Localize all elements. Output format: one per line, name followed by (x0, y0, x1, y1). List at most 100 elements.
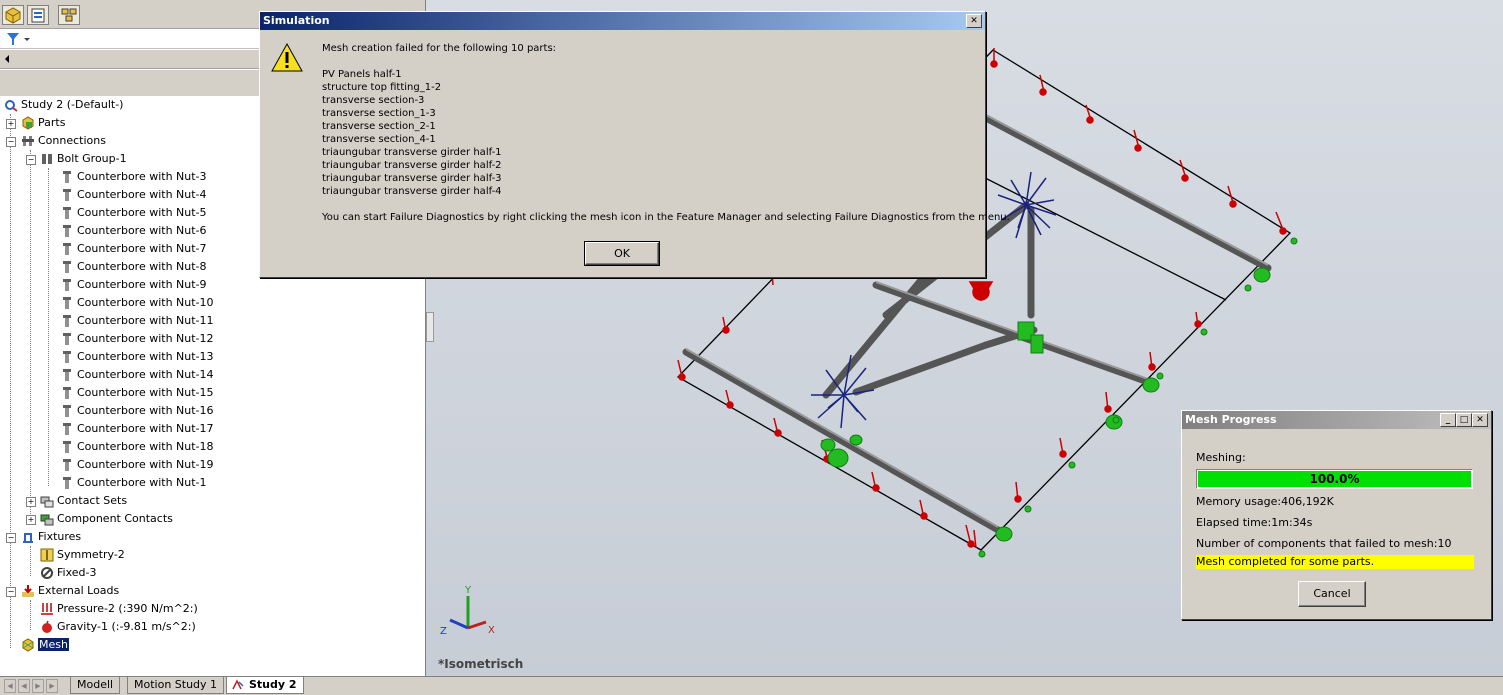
tree-item-bolt[interactable]: Counterbore with Nut-9 (60, 276, 207, 294)
tree-item-bolt[interactable]: Counterbore with Nut-10 (60, 294, 214, 312)
bolt-label: Counterbore with Nut-12 (77, 332, 214, 345)
failed-components-count: Number of components that failed to mesh… (1196, 537, 1452, 550)
tree-item-bolt[interactable]: Counterbore with Nut-1 (60, 474, 207, 492)
tree-item-gravity[interactable]: Gravity-1 (:-9.81 m/s^2:) (40, 618, 196, 636)
bolt-label: Counterbore with Nut-18 (77, 440, 214, 453)
tree-item-component-contacts[interactable]: Component Contacts (40, 510, 173, 528)
tree-item-pressure[interactable]: Pressure-2 (:390 N/m^2:) (40, 600, 198, 618)
tree-item-fixed[interactable]: Fixed-3 (40, 564, 96, 582)
gravity-apple-icon (40, 620, 54, 634)
tree-item-mesh[interactable]: Mesh (21, 636, 69, 654)
prev-tab-icon[interactable]: ◀ (18, 679, 30, 693)
bolt-icon (60, 404, 74, 418)
tree-item-connections[interactable]: Connections (21, 132, 106, 150)
bolt-group-label: Bolt Group-1 (57, 152, 127, 165)
axis-triad (449, 596, 487, 630)
feature-manager-tab-button[interactable] (2, 5, 24, 25)
mesh-progress-dialog: Mesh Progress _ □ ✕ Meshing: 100.0% Memo… (1181, 410, 1492, 620)
property-manager-tab-button[interactable] (27, 5, 49, 25)
gravity-label: Gravity-1 (:-9.81 m/s^2:) (57, 620, 196, 633)
tree-item-external-loads[interactable]: External Loads (21, 582, 119, 600)
bolt-icon (60, 332, 74, 346)
mesh-icon (21, 638, 35, 652)
bolt-label: Counterbore with Nut-10 (77, 296, 214, 309)
collapse-fixtures-toggle[interactable]: − (6, 533, 16, 543)
component-contacts-icon (40, 512, 54, 526)
tree-connector (30, 546, 31, 576)
bolt-icon (60, 458, 74, 472)
mesh-progress-percent: 100.0% (1309, 472, 1360, 486)
tree-item-fixtures[interactable]: Fixtures (21, 528, 81, 546)
mesh-status-message: Mesh completed for some parts. (1196, 555, 1474, 569)
bolt-icon (60, 224, 74, 238)
bolt-icon (60, 260, 74, 274)
study-tab-icon (232, 679, 244, 690)
maximize-icon[interactable]: □ (1456, 413, 1472, 427)
scroll-left-icon[interactable] (2, 53, 12, 65)
tree-item-symmetry[interactable]: Symmetry-2 (40, 546, 125, 564)
tree-item-bolt[interactable]: Counterbore with Nut-18 (60, 438, 214, 456)
tree-item-bolt[interactable]: Counterbore with Nut-7 (60, 240, 207, 258)
tree-item-bolt[interactable]: Counterbore with Nut-8 (60, 258, 207, 276)
ok-button[interactable]: OK (584, 241, 660, 266)
first-tab-icon[interactable]: ◀ (4, 679, 16, 693)
expand-component-contacts-toggle[interactable]: + (26, 515, 36, 525)
bolt-icon (60, 440, 74, 454)
tree-item-bolt-group[interactable]: Bolt Group-1 (40, 150, 127, 168)
tree-item-parts[interactable]: Parts (21, 114, 65, 132)
cancel-button[interactable]: Cancel (1298, 581, 1366, 607)
dialog-close-button[interactable]: ✕ (966, 14, 982, 28)
tree-item-bolt[interactable]: Counterbore with Nut-19 (60, 456, 214, 474)
tree-item-contact-sets[interactable]: Contact Sets (40, 492, 127, 510)
tree-item-bolt[interactable]: Counterbore with Nut-11 (60, 312, 214, 330)
tab-model[interactable]: Modell (70, 677, 121, 694)
last-tab-icon[interactable]: ▶ (46, 679, 58, 693)
contact-sets-label: Contact Sets (57, 494, 128, 507)
parts-icon (21, 116, 35, 130)
tree-item-bolt[interactable]: Counterbore with Nut-5 (60, 204, 207, 222)
bolt-label: Counterbore with Nut-16 (77, 404, 214, 417)
tree-item-bolt[interactable]: Counterbore with Nut-15 (60, 384, 214, 402)
tree-item-bolt[interactable]: Counterbore with Nut-16 (60, 402, 214, 420)
minimize-icon[interactable]: _ (1440, 413, 1456, 427)
failure-diagnostics-hint: You can start Failure Diagnostics by rig… (322, 212, 1010, 223)
study-label: Study 2 (-Default-) (21, 98, 124, 111)
tree-item-bolt[interactable]: Counterbore with Nut-14 (60, 366, 214, 384)
study-icon (4, 98, 18, 112)
bolt-icon (60, 170, 74, 184)
filter-icon[interactable] (4, 30, 34, 48)
configuration-manager-tab-button[interactable] (58, 5, 80, 25)
collapse-external-loads-toggle[interactable]: − (6, 587, 16, 597)
tree-root-study[interactable]: Study 2 (-Default-) (4, 96, 123, 114)
expand-parts-toggle[interactable]: + (6, 119, 16, 129)
tree-item-bolt[interactable]: Counterbore with Nut-3 (60, 168, 207, 186)
bolt-icon (60, 314, 74, 328)
bottom-tab-bar: ◀ ◀ ▶ ▶ Modell Motion Study 1 Study 2 (0, 676, 1503, 695)
tab-motion-study[interactable]: Motion Study 1 (127, 677, 225, 694)
failed-part-item: structure top fitting_1-2 (322, 82, 442, 93)
expand-contact-sets-toggle[interactable]: + (26, 497, 36, 507)
bolt-icon (60, 350, 74, 364)
collapse-bolt-group-toggle[interactable]: − (26, 155, 36, 165)
warning-icon (271, 42, 303, 72)
close-icon[interactable]: ✕ (1472, 413, 1488, 427)
configuration-icon (61, 8, 77, 22)
tree-item-bolt[interactable]: Counterbore with Nut-6 (60, 222, 207, 240)
bolt-label: Counterbore with Nut-3 (77, 170, 207, 183)
bolt-label: Counterbore with Nut-1 (77, 476, 207, 489)
tree-item-bolt[interactable]: Counterbore with Nut-17 (60, 420, 214, 438)
bolt-icon (60, 188, 74, 202)
tab-study-2[interactable]: Study 2 (226, 677, 304, 694)
next-tab-icon[interactable]: ▶ (32, 679, 44, 693)
bolt-icon (60, 206, 74, 220)
failed-part-item: triaungubar transverse girder half-3 (322, 173, 502, 184)
tree-item-bolt[interactable]: Counterbore with Nut-4 (60, 186, 207, 204)
symmetry-label: Symmetry-2 (57, 548, 125, 561)
tree-item-bolt[interactable]: Counterbore with Nut-12 (60, 330, 214, 348)
panel-collapse-handle[interactable] (426, 312, 434, 342)
mesh-label: Mesh (38, 638, 69, 651)
tree-item-bolt[interactable]: Counterbore with Nut-13 (60, 348, 214, 366)
collapse-connections-toggle[interactable]: − (6, 137, 16, 147)
external-loads-label: External Loads (38, 584, 120, 597)
tree-connector (30, 150, 31, 522)
